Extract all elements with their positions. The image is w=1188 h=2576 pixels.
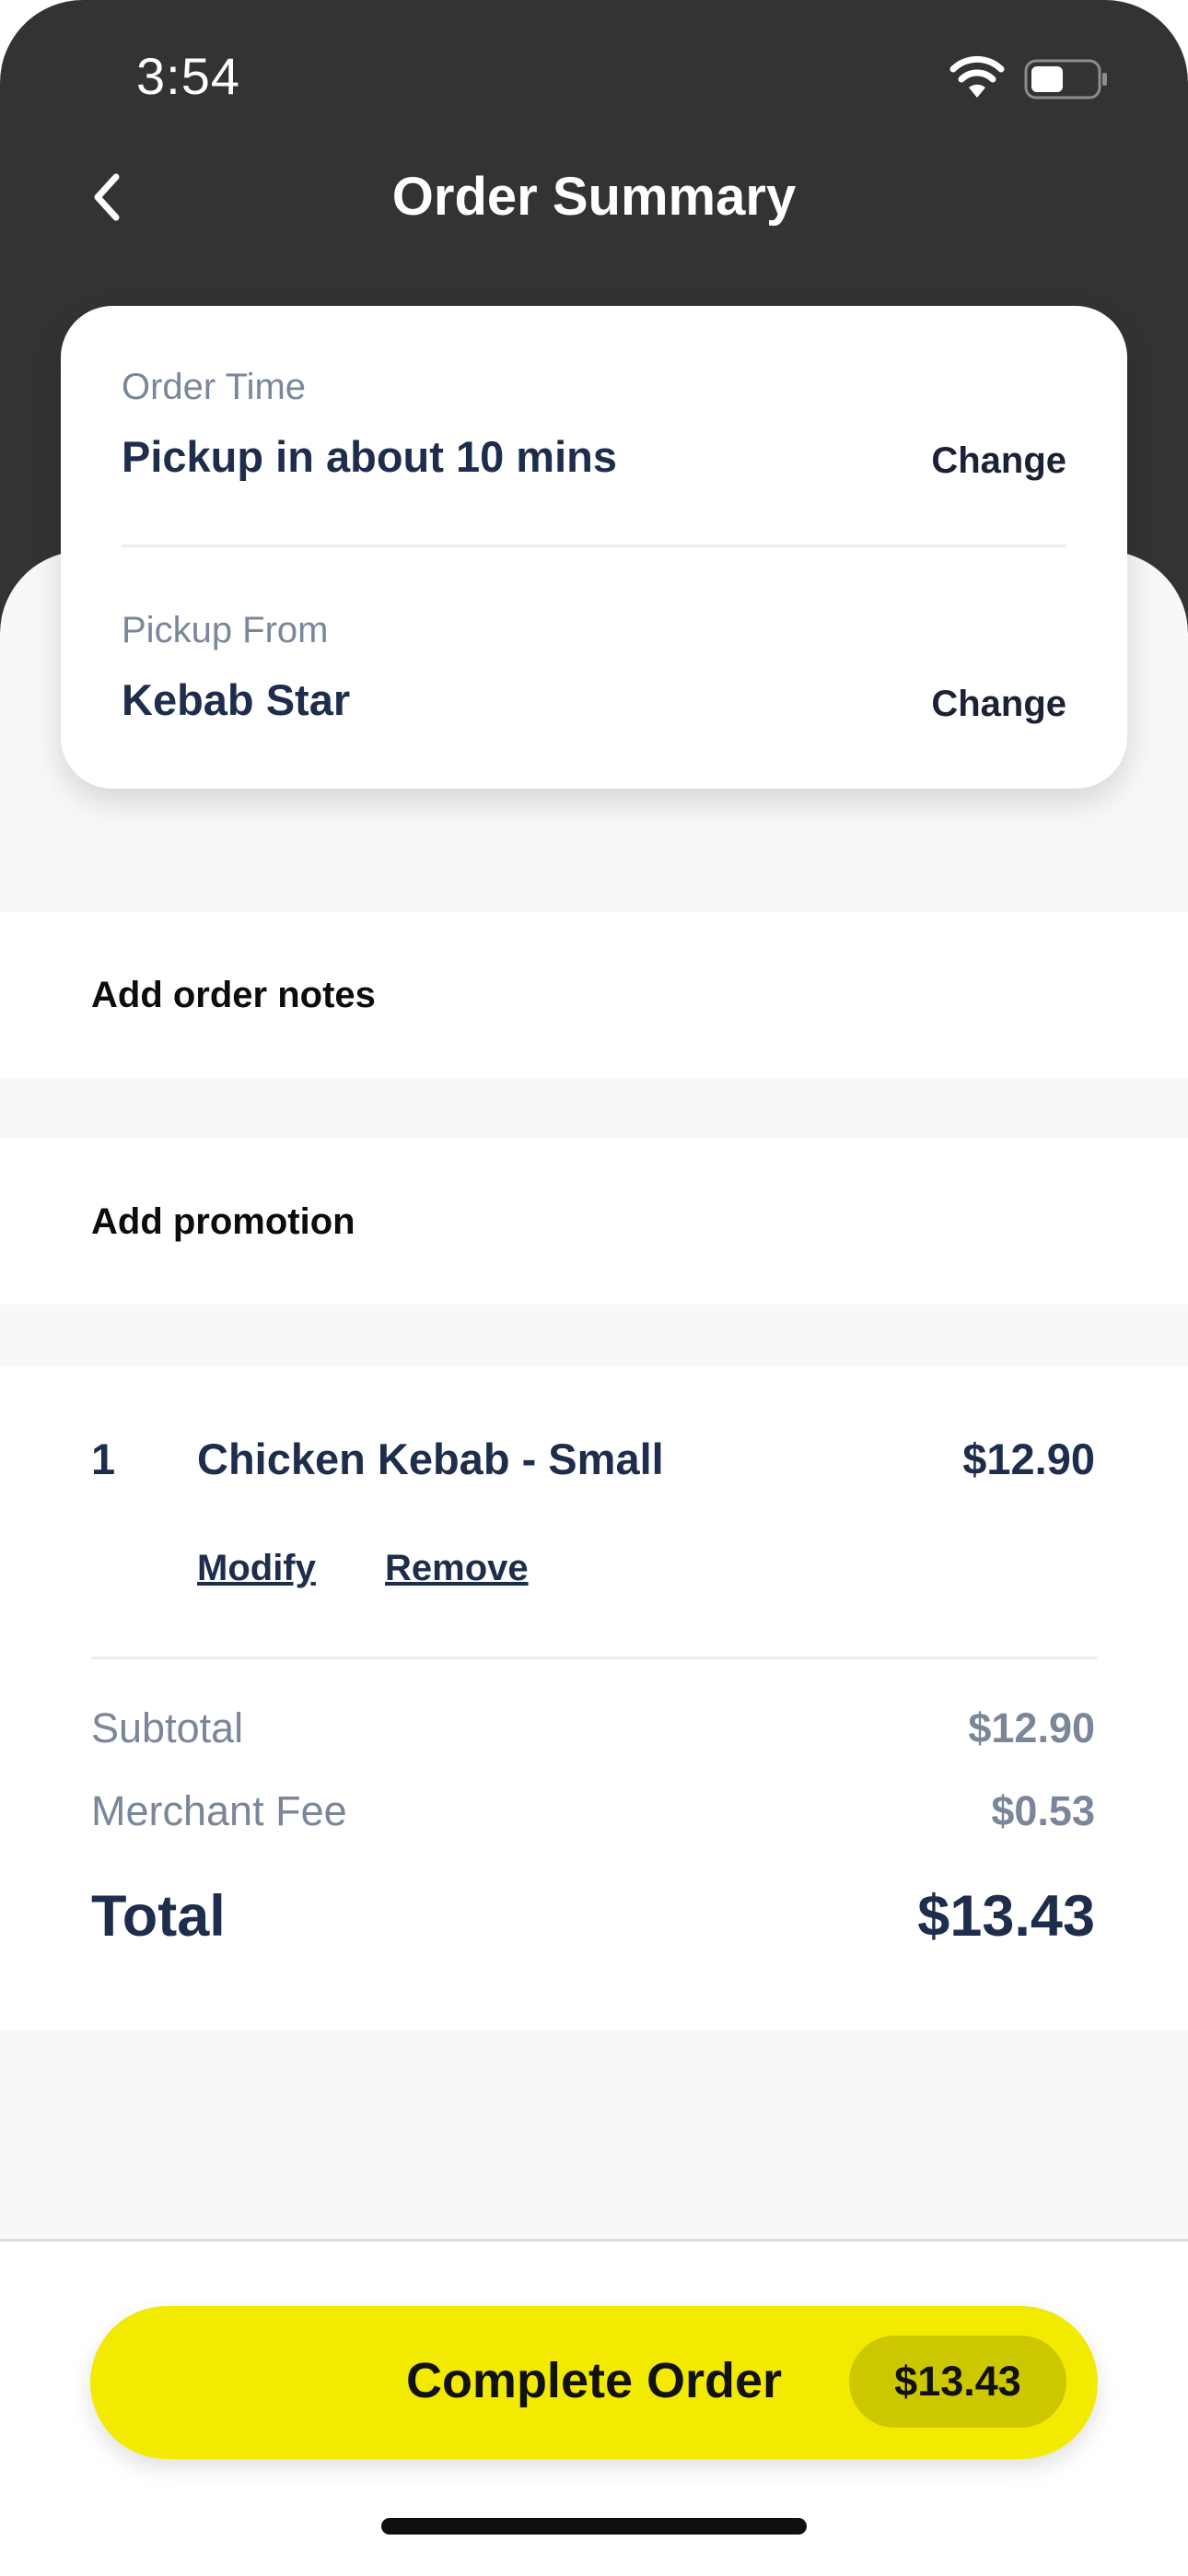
order-time-label: Order Time — [122, 367, 307, 407]
total-value: $13.43 — [917, 1884, 1095, 1949]
item-quantity: 1 — [91, 1434, 116, 1483]
change-pickup-location-button[interactable]: Change — [931, 684, 1066, 725]
item-price: $12.90 — [962, 1434, 1095, 1483]
merchant-fee-label: Merchant Fee — [91, 1787, 347, 1834]
order-time-value: Pickup in about 10 mins — [122, 432, 617, 481]
order-items-panel: 1 Chicken Kebab - Small $12.90 Modify Re… — [0, 1367, 1188, 2031]
merchant-fee-value: $0.53 — [991, 1787, 1095, 1834]
add-order-notes-row[interactable]: Add order notes — [0, 912, 1188, 1078]
change-order-time-button[interactable]: Change — [931, 440, 1066, 482]
items-divider — [91, 1657, 1097, 1659]
status-time: 3:54 — [136, 47, 240, 105]
wifi-icon — [949, 55, 1005, 98]
complete-order-button[interactable]: Complete Order $13.43 — [90, 2306, 1098, 2459]
add-promotion-row[interactable]: Add promotion — [0, 1139, 1188, 1305]
order-summary-screen: 3:54 Order Summary Order Time Pickup in … — [0, 0, 1188, 2576]
modify-item-button[interactable]: Modify — [197, 1548, 316, 1589]
subtotal-value: $12.90 — [968, 1704, 1095, 1751]
pickup-from-value: Kebab Star — [122, 675, 351, 724]
card-divider — [122, 544, 1066, 547]
add-promotion-label: Add promotion — [91, 1201, 355, 1242]
remove-item-button[interactable]: Remove — [385, 1548, 529, 1589]
order-total-badge: $13.43 — [849, 2336, 1066, 2428]
item-name: Chicken Kebab - Small — [197, 1434, 664, 1483]
total-label: Total — [91, 1884, 226, 1949]
pickup-from-label: Pickup From — [122, 610, 329, 650]
page-title: Order Summary — [391, 167, 797, 227]
add-order-notes-label: Add order notes — [91, 975, 376, 1015]
battery-icon — [1024, 59, 1107, 100]
subtotal-label: Subtotal — [91, 1704, 244, 1751]
order-details-card: Order Time Pickup in about 10 mins Chang… — [61, 306, 1127, 789]
home-indicator — [381, 2518, 807, 2535]
checkout-bar: Complete Order $13.43 — [0, 2239, 1188, 2576]
